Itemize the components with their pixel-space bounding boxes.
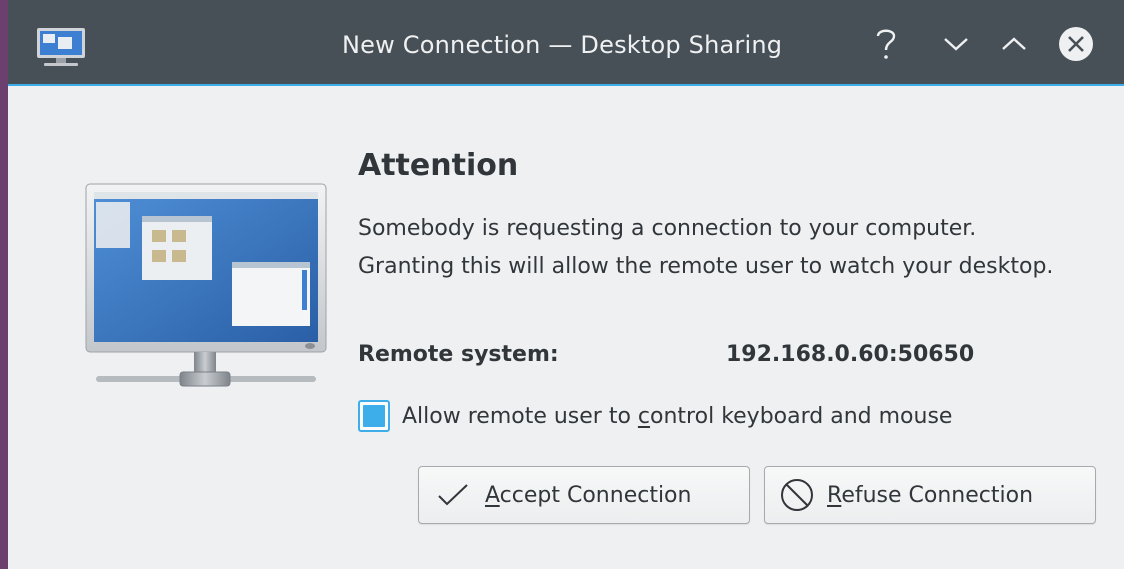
maximize-button[interactable] [994,24,1034,64]
checkmark-icon [433,481,473,509]
allow-control-label[interactable]: Allow remote user to control keyboard an… [402,404,952,429]
dialog-message: Somebody is requesting a connection to y… [358,216,1054,279]
no-entry-icon [779,477,815,513]
question-mark-icon [876,29,896,59]
chevron-up-icon [1002,37,1026,50]
monitor-illustration [80,180,330,400]
checkbox-checked-indicator [363,405,385,427]
dialog-window: New Connection — Desktop Sharing Attenti… [8,0,1124,569]
allow-control-checkbox-row[interactable]: Allow remote user to control keyboard an… [358,396,952,436]
refuse-connection-button[interactable]: Refuse Connection [764,466,1096,524]
close-circle-icon [1059,27,1093,61]
dialog-heading: Attention [358,148,519,183]
window-title: New Connection — Desktop Sharing [342,31,783,59]
accept-connection-label: Accept Connection [485,482,692,508]
remote-system-value: 192.168.0.60:50650 [726,342,975,367]
desktop-sharing-icon [34,26,88,68]
minimize-button[interactable] [936,24,976,64]
remote-system-label: Remote system: [358,342,559,367]
close-button[interactable] [1056,24,1096,64]
refuse-connection-label: Refuse Connection [827,482,1034,508]
help-button[interactable] [866,24,906,64]
allow-control-checkbox[interactable] [358,400,390,432]
accept-connection-button[interactable]: Accept Connection [418,466,750,524]
chevron-down-icon [944,38,968,51]
titlebar[interactable]: New Connection — Desktop Sharing [8,0,1124,86]
